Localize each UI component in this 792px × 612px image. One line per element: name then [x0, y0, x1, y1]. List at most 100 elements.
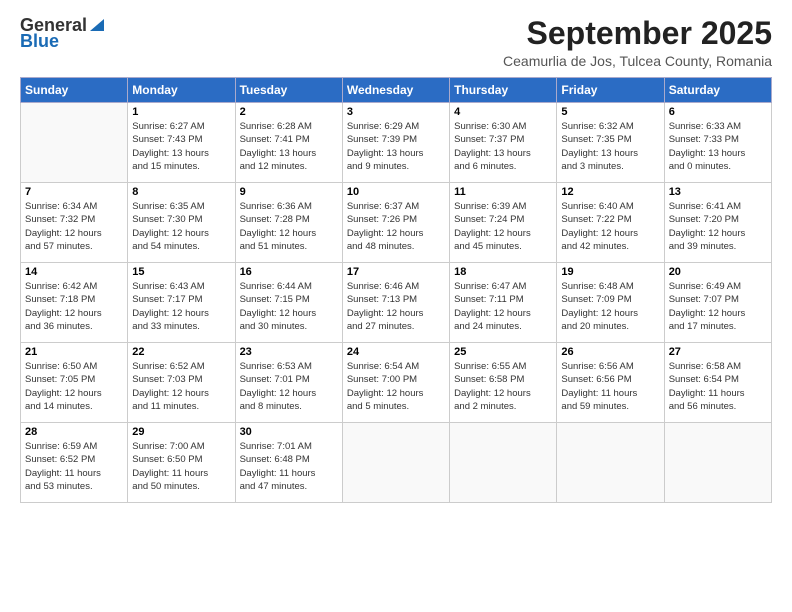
weekday-header-thursday: Thursday: [450, 78, 557, 103]
calendar-cell: [664, 423, 771, 503]
calendar-week-row: 1 Sunrise: 6:27 AM Sunset: 7:43 PM Daylig…: [21, 103, 772, 183]
day-number: 12: [561, 186, 659, 198]
title-block: September 2025 Ceamurlia de Jos, Tulcea …: [503, 16, 772, 69]
day-number: 29: [132, 426, 230, 438]
calendar-cell: 28 Sunrise: 6:59 AM Sunset: 6:52 PM Dayli…: [21, 423, 128, 503]
calendar-cell: 5 Sunrise: 6:32 AM Sunset: 7:35 PM Daylig…: [557, 103, 664, 183]
day-info: Sunrise: 6:41 AM Sunset: 7:20 PM Dayligh…: [669, 200, 767, 253]
page-container: General Blue September 2025 Ceamurlia de…: [0, 0, 792, 513]
calendar-table: SundayMondayTuesdayWednesdayThursdayFrid…: [20, 77, 772, 503]
day-number: 28: [25, 426, 123, 438]
day-number: 25: [454, 346, 552, 358]
subtitle: Ceamurlia de Jos, Tulcea County, Romania: [503, 53, 772, 69]
day-number: 6: [669, 106, 767, 118]
weekday-header-monday: Monday: [128, 78, 235, 103]
calendar-cell: 20Sunrise: 6:49 AM Sunset: 7:07 PM Dayli…: [664, 263, 771, 343]
day-number: 11: [454, 186, 552, 198]
day-info: Sunrise: 6:59 AM Sunset: 6:52 PM Dayligh…: [25, 440, 123, 493]
day-number: 22: [132, 346, 230, 358]
calendar-cell: 10Sunrise: 6:37 AM Sunset: 7:26 PM Dayli…: [342, 183, 449, 263]
calendar-cell: 16 Sunrise: 6:44 AM Sunset: 7:15 PM Dayli…: [235, 263, 342, 343]
logo: General Blue: [20, 16, 104, 52]
calendar-cell: 18 Sunrise: 6:47 AM Sunset: 7:11 PM Dayli…: [450, 263, 557, 343]
day-number: 19: [561, 266, 659, 278]
month-title: September 2025: [503, 16, 772, 51]
day-info: Sunrise: 6:54 AM Sunset: 7:00 PM Dayligh…: [347, 360, 445, 413]
day-number: 15: [132, 266, 230, 278]
day-number: 10: [347, 186, 445, 198]
calendar-cell: 30 Sunrise: 7:01 AM Sunset: 6:48 PM Dayli…: [235, 423, 342, 503]
header: General Blue September 2025 Ceamurlia de…: [20, 16, 772, 69]
calendar-cell: 12 Sunrise: 6:40 AM Sunset: 7:22 PM Dayli…: [557, 183, 664, 263]
calendar-cell: [557, 423, 664, 503]
logo-triangle-icon: [90, 18, 104, 36]
day-number: 8: [132, 186, 230, 198]
calendar-cell: 24Sunrise: 6:54 AM Sunset: 7:00 PM Dayli…: [342, 343, 449, 423]
calendar-cell: [450, 423, 557, 503]
day-number: 26: [561, 346, 659, 358]
day-info: Sunrise: 6:55 AM Sunset: 6:58 PM Dayligh…: [454, 360, 552, 413]
calendar-cell: 27 Sunrise: 6:58 AM Sunset: 6:54 PM Dayli…: [664, 343, 771, 423]
calendar-cell: 13 Sunrise: 6:41 AM Sunset: 7:20 PM Dayli…: [664, 183, 771, 263]
day-info: Sunrise: 6:58 AM Sunset: 6:54 PM Dayligh…: [669, 360, 767, 413]
calendar-cell: 25 Sunrise: 6:55 AM Sunset: 6:58 PM Dayli…: [450, 343, 557, 423]
day-info: Sunrise: 6:36 AM Sunset: 7:28 PM Dayligh…: [240, 200, 338, 253]
day-number: 3: [347, 106, 445, 118]
calendar-cell: 14Sunrise: 6:42 AM Sunset: 7:18 PM Dayli…: [21, 263, 128, 343]
day-info: Sunrise: 6:34 AM Sunset: 7:32 PM Dayligh…: [25, 200, 123, 253]
calendar-cell: 19 Sunrise: 6:48 AM Sunset: 7:09 PM Dayli…: [557, 263, 664, 343]
day-number: 5: [561, 106, 659, 118]
weekday-header-wednesday: Wednesday: [342, 78, 449, 103]
calendar-cell: 21Sunrise: 6:50 AM Sunset: 7:05 PM Dayli…: [21, 343, 128, 423]
day-info: Sunrise: 6:44 AM Sunset: 7:15 PM Dayligh…: [240, 280, 338, 333]
day-info: Sunrise: 6:53 AM Sunset: 7:01 PM Dayligh…: [240, 360, 338, 413]
calendar-cell: 9Sunrise: 6:36 AM Sunset: 7:28 PM Daylig…: [235, 183, 342, 263]
day-info: Sunrise: 6:39 AM Sunset: 7:24 PM Dayligh…: [454, 200, 552, 253]
day-number: 16: [240, 266, 338, 278]
calendar-week-row: 7 Sunrise: 6:34 AM Sunset: 7:32 PM Daylig…: [21, 183, 772, 263]
day-info: Sunrise: 6:29 AM Sunset: 7:39 PM Dayligh…: [347, 120, 445, 173]
day-number: 27: [669, 346, 767, 358]
day-number: 13: [669, 186, 767, 198]
logo-blue: Blue: [20, 32, 59, 52]
day-info: Sunrise: 6:40 AM Sunset: 7:22 PM Dayligh…: [561, 200, 659, 253]
calendar-cell: 26 Sunrise: 6:56 AM Sunset: 6:56 PM Dayli…: [557, 343, 664, 423]
day-info: Sunrise: 6:52 AM Sunset: 7:03 PM Dayligh…: [132, 360, 230, 413]
weekday-row: SundayMondayTuesdayWednesdayThursdayFrid…: [21, 78, 772, 103]
calendar-cell: 17 Sunrise: 6:46 AM Sunset: 7:13 PM Dayli…: [342, 263, 449, 343]
day-number: 7: [25, 186, 123, 198]
day-info: Sunrise: 7:01 AM Sunset: 6:48 PM Dayligh…: [240, 440, 338, 493]
day-info: Sunrise: 6:27 AM Sunset: 7:43 PM Dayligh…: [132, 120, 230, 173]
day-number: 20: [669, 266, 767, 278]
calendar-cell: 1 Sunrise: 6:27 AM Sunset: 7:43 PM Daylig…: [128, 103, 235, 183]
day-number: 4: [454, 106, 552, 118]
day-info: Sunrise: 6:46 AM Sunset: 7:13 PM Dayligh…: [347, 280, 445, 333]
day-info: Sunrise: 6:32 AM Sunset: 7:35 PM Dayligh…: [561, 120, 659, 173]
day-info: Sunrise: 6:47 AM Sunset: 7:11 PM Dayligh…: [454, 280, 552, 333]
day-number: 1: [132, 106, 230, 118]
day-number: 17: [347, 266, 445, 278]
day-info: Sunrise: 6:28 AM Sunset: 7:41 PM Dayligh…: [240, 120, 338, 173]
calendar-body: 1 Sunrise: 6:27 AM Sunset: 7:43 PM Daylig…: [21, 103, 772, 503]
calendar-week-row: 28 Sunrise: 6:59 AM Sunset: 6:52 PM Dayli…: [21, 423, 772, 503]
calendar-cell: 8 Sunrise: 6:35 AM Sunset: 7:30 PM Daylig…: [128, 183, 235, 263]
weekday-header-saturday: Saturday: [664, 78, 771, 103]
weekday-header-friday: Friday: [557, 78, 664, 103]
day-info: Sunrise: 6:50 AM Sunset: 7:05 PM Dayligh…: [25, 360, 123, 413]
calendar-cell: 22 Sunrise: 6:52 AM Sunset: 7:03 PM Dayli…: [128, 343, 235, 423]
day-info: Sunrise: 6:56 AM Sunset: 6:56 PM Dayligh…: [561, 360, 659, 413]
calendar-cell: [21, 103, 128, 183]
day-info: Sunrise: 7:00 AM Sunset: 6:50 PM Dayligh…: [132, 440, 230, 493]
day-info: Sunrise: 6:35 AM Sunset: 7:30 PM Dayligh…: [132, 200, 230, 253]
calendar-cell: 4Sunrise: 6:30 AM Sunset: 7:37 PM Daylig…: [450, 103, 557, 183]
day-number: 14: [25, 266, 123, 278]
calendar-cell: 15Sunrise: 6:43 AM Sunset: 7:17 PM Dayli…: [128, 263, 235, 343]
day-number: 23: [240, 346, 338, 358]
day-info: Sunrise: 6:48 AM Sunset: 7:09 PM Dayligh…: [561, 280, 659, 333]
calendar-header: SundayMondayTuesdayWednesdayThursdayFrid…: [21, 78, 772, 103]
day-number: 18: [454, 266, 552, 278]
calendar-cell: 11 Sunrise: 6:39 AM Sunset: 7:24 PM Dayli…: [450, 183, 557, 263]
day-number: 2: [240, 106, 338, 118]
calendar-cell: 29 Sunrise: 7:00 AM Sunset: 6:50 PM Dayli…: [128, 423, 235, 503]
day-number: 30: [240, 426, 338, 438]
